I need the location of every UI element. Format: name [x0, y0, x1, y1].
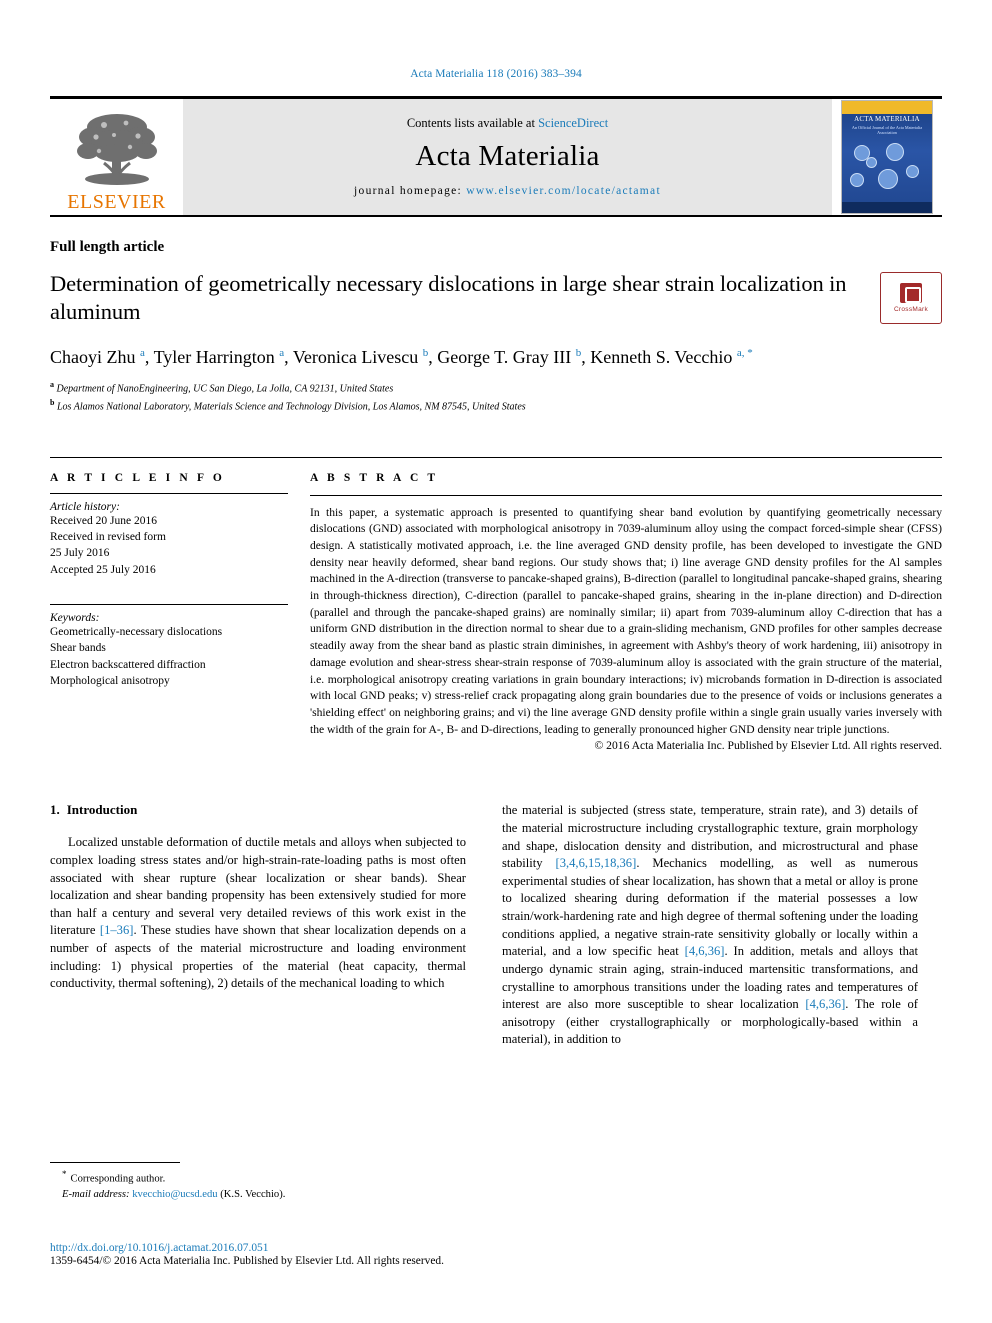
history-line: Received 20 June 2016 — [50, 514, 157, 527]
paper-page: Acta Materialia 118 (2016) 383–394 ELSEV… — [0, 0, 992, 1323]
cover-artwork — [842, 139, 932, 201]
section-heading-introduction: 1. Introduction — [50, 802, 466, 818]
issn-copyright-line: 1359-6454/© 2016 Acta Materialia Inc. Pu… — [50, 1255, 444, 1267]
article-history-label: Article history: — [50, 500, 120, 513]
keywords-block: Keywords: Geometrically-necessary disloc… — [50, 603, 288, 689]
abstract-text: In this paper, a systematic approach is … — [310, 505, 942, 736]
affiliation-mark: a — [50, 379, 54, 389]
footnote-block: * Corresponding author. E-mail address: k… — [50, 1162, 466, 1202]
cover-top-band — [842, 101, 932, 114]
title-wrapper: Determination of geometrically necessary… — [50, 270, 880, 327]
crossmark-badge[interactable]: CrossMark — [880, 272, 942, 324]
footnote-divider — [50, 1162, 180, 1163]
email-link[interactable]: kvecchio@ucsd.edu — [132, 1189, 217, 1200]
homepage-url-link[interactable]: www.elsevier.com/locate/actamat — [466, 185, 661, 197]
article-info-column: A R T I C L E I N F O Article history: R… — [50, 458, 306, 753]
history-line: Received in revised form — [50, 530, 166, 543]
asterisk-icon: * — [62, 1169, 67, 1179]
abstract-column: A B S T R A C T In this paper, a systema… — [306, 458, 942, 753]
page-title: Determination of geometrically necessary… — [50, 271, 847, 325]
affiliation-item: b Los Alamos National Laboratory, Materi… — [50, 397, 942, 415]
section-title: Introduction — [66, 802, 138, 818]
keywords-label: Keywords: — [50, 611, 100, 624]
divider — [310, 494, 942, 496]
sciencedirect-link[interactable]: ScienceDirect — [538, 116, 608, 130]
doi-link[interactable]: http://dx.doi.org/10.1016/j.actamat.2016… — [50, 1242, 520, 1254]
author-list: Chaoyi Zhu a, Tyler Harrington a, Veroni… — [50, 346, 753, 367]
divider — [50, 603, 288, 605]
cover-image: ACTA MATERIALIA An Official Journal of t… — [841, 100, 933, 214]
keyword-item: Morphological anisotropy — [50, 674, 170, 687]
section-number: 1. — [50, 802, 60, 818]
contents-available-line: Contents lists available at ScienceDirec… — [407, 116, 608, 131]
masthead-center: Contents lists available at ScienceDirec… — [183, 99, 832, 215]
keyword-item: Electron backscattered diffraction — [50, 658, 206, 671]
intro-paragraph-left: Localized unstable deformation of ductil… — [50, 835, 466, 991]
email-note: E-mail address: kvecchio@ucsd.edu (K.S. … — [50, 1187, 466, 1202]
affiliation-item: a Department of NanoEngineering, UC San … — [50, 379, 942, 397]
article-type-label: Full length article — [50, 239, 165, 255]
article-info-heading: A R T I C L E I N F O — [50, 471, 225, 484]
info-abstract-section: A R T I C L E I N F O Article history: R… — [50, 456, 942, 753]
history-line: Accepted 25 July 2016 — [50, 563, 156, 576]
divider — [50, 492, 288, 494]
contents-prefix: Contents lists available at — [406, 115, 539, 130]
cover-subtitle: An Official Journal of the Acta Material… — [851, 124, 923, 135]
history-line: 25 July 2016 — [50, 547, 110, 560]
elsevier-tree-icon — [76, 113, 157, 185]
body-column-left: 1. Introduction Localized unstable deform… — [50, 802, 466, 1049]
footer-block: http://dx.doi.org/10.1016/j.actamat.2016… — [50, 1242, 520, 1267]
keyword-item: Geometrically-necessary dislocations — [50, 625, 223, 638]
body-column-right: the material is subjected (stress state,… — [502, 802, 918, 1049]
running-head: Acta Materialia 118 (2016) 383–394 — [410, 68, 582, 80]
abstract-heading: A B S T R A C T — [310, 471, 439, 484]
corresponding-author-label: Corresponding author. — [70, 1173, 166, 1185]
affiliation-text: Los Alamos National Laboratory, Material… — [56, 401, 526, 413]
email-label: E-mail address: — [62, 1188, 130, 1200]
crossmark-icon — [900, 283, 922, 303]
affiliation-mark: b — [50, 397, 55, 407]
body-columns: 1. Introduction Localized unstable deform… — [50, 802, 942, 1049]
keyword-item: Shear bands — [50, 642, 106, 655]
journal-cover-thumbnail: ACTA MATERIALIA An Official Journal of t… — [832, 99, 942, 215]
journal-title: Acta Materialia — [415, 139, 600, 172]
affiliations: a Department of NanoEngineering, UC San … — [50, 379, 942, 415]
corresponding-author-note: * Corresponding author. — [50, 1168, 466, 1187]
elsevier-logo: ELSEVIER — [50, 99, 183, 215]
title-block: Determination of geometrically necessary… — [50, 270, 942, 327]
email-owner: (K.S. Vecchio). — [220, 1188, 286, 1200]
intro-paragraph-right: the material is subjected (stress state,… — [502, 803, 919, 1047]
abstract-copyright: © 2016 Acta Materialia Inc. Published by… — [594, 739, 942, 753]
affiliation-text: Department of NanoEngineering, UC San Di… — [56, 383, 394, 395]
cover-bottom-band — [842, 202, 932, 213]
journal-homepage-line: journal homepage: www.elsevier.com/locat… — [354, 185, 661, 197]
cover-title: ACTA MATERIALIA — [854, 115, 920, 123]
homepage-prefix: journal homepage: — [354, 184, 467, 197]
elsevier-wordmark: ELSEVIER — [67, 190, 166, 213]
journal-masthead: ELSEVIER Contents lists available at Sci… — [50, 96, 942, 217]
crossmark-label: CrossMark — [893, 306, 929, 313]
